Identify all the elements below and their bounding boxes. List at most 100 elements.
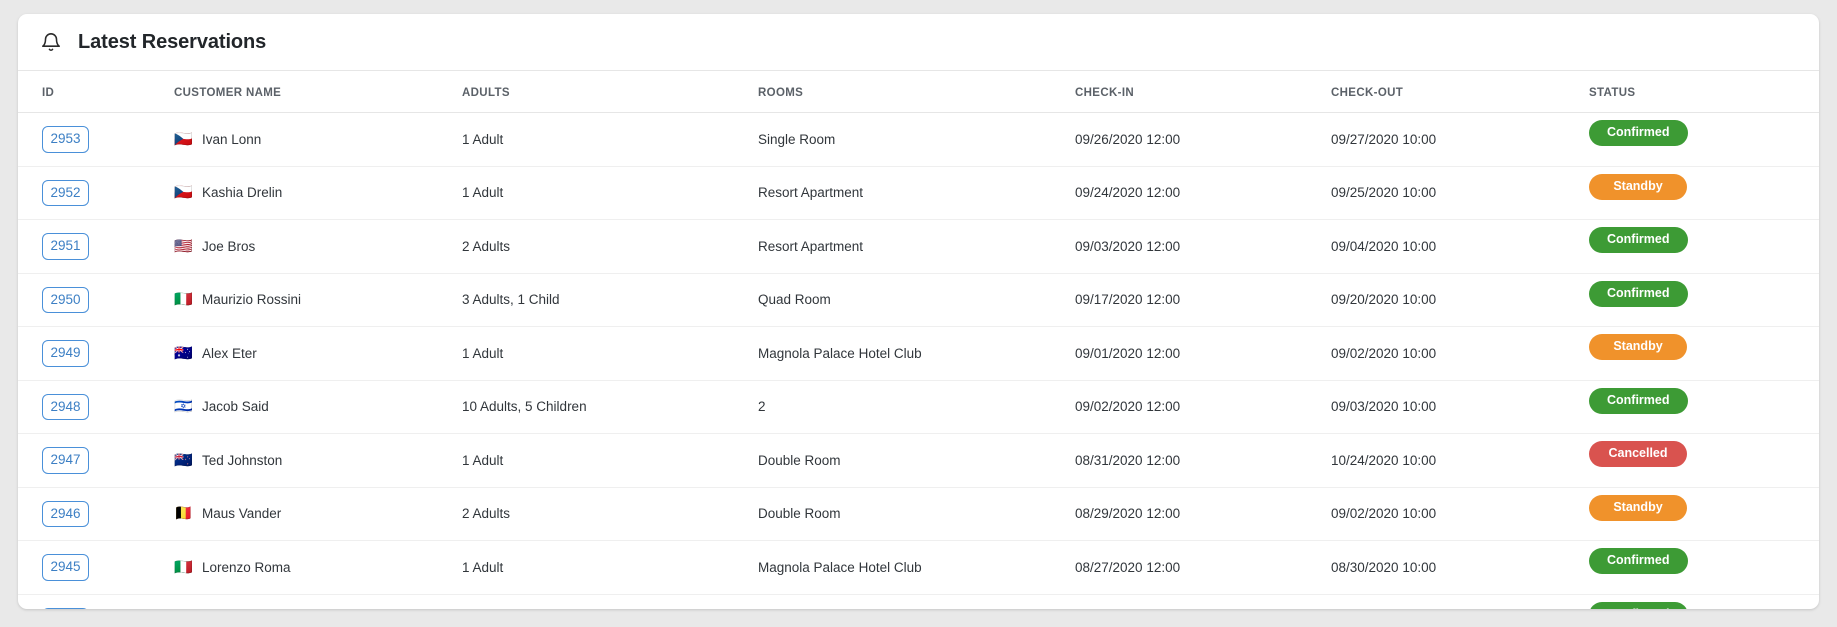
reservation-id-badge[interactable]: 2950 — [42, 286, 89, 313]
table-row[interactable]: 2952 🇨🇿 Kashia Drelin 1 Adult Resort Apartme… — [18, 166, 1819, 220]
cell-adults: 1 Adult — [456, 326, 752, 381]
cell-id: 2944 — [18, 594, 168, 609]
cell-rooms: Double Room — [752, 433, 1069, 488]
customer-name-label: Ivan Lonn — [202, 131, 262, 147]
cell-rooms: Quad Room — [752, 273, 1069, 327]
cell-status: Confirmed — [1581, 273, 1819, 327]
new-zealand-flag-icon: 🇳🇿 — [174, 451, 193, 469]
cell-id: 2950 — [18, 273, 168, 327]
cell-status: Confirmed — [1581, 540, 1819, 595]
cell-status: Standby — [1581, 487, 1819, 541]
reservation-id-badge[interactable]: 2949 — [42, 340, 89, 367]
table-row[interactable]: 2948 🇮🇱 Jacob Said 10 Adults, 5 Children 2 09… — [18, 380, 1819, 434]
column-header-rooms[interactable]: ROOMS — [752, 71, 1069, 113]
cell-adults: 10 Adults, 5 Children — [456, 380, 752, 434]
australia-flag-icon: 🇦🇺 — [174, 344, 193, 362]
cell-check-out: 09/02/2020 10:00 — [1325, 326, 1581, 381]
cell-id: 2945 — [18, 540, 168, 595]
cell-adults: 1 Adult — [456, 112, 752, 167]
reservation-id-badge[interactable]: 2951 — [42, 233, 89, 260]
cell-status: Confirmed — [1581, 112, 1819, 167]
cell-status: Confirmed — [1581, 219, 1819, 274]
table-row[interactable]: 2953 🇨🇿 Ivan Lonn 1 Adult Single Room 09/26/2… — [18, 112, 1819, 167]
cell-adults: 2 Adults — [456, 219, 752, 274]
cell-check-in: 09/02/2020 12:00 — [1069, 380, 1325, 434]
column-header-adults[interactable]: ADULTS — [456, 71, 752, 113]
customer-name-label: Lorenzo Roma — [202, 559, 291, 575]
table-row[interactable]: 2951 🇺🇸 Joe Bros 2 Adults Resort Apartment 09… — [18, 219, 1819, 274]
cell-check-in: 09/24/2020 12:00 — [1069, 166, 1325, 220]
status-badge[interactable]: Confirmed — [1589, 227, 1688, 254]
column-header-id[interactable]: ID — [18, 71, 168, 113]
column-header-name[interactable]: CUSTOMER NAME — [168, 71, 456, 113]
table-row[interactable]: 2945 🇮🇹 Lorenzo Roma 1 Adult Magnola Palace … — [18, 540, 1819, 595]
cell-rooms: Magnola Palace Hotel Club — [752, 326, 1069, 381]
status-badge[interactable]: Cancelled — [1589, 441, 1687, 468]
customer-name-label: Maurizio Rossini — [202, 292, 302, 308]
reservation-id-badge[interactable]: 2945 — [42, 554, 89, 581]
cell-customer-name: 🇮🇹 Maurizio Rossini — [168, 273, 456, 327]
status-badge[interactable]: Confirmed — [1589, 120, 1688, 147]
cell-status: Confirmed — [1581, 380, 1819, 434]
cell-check-in: 09/17/2020 12:00 — [1069, 273, 1325, 327]
reservation-id-badge[interactable]: 2948 — [42, 393, 89, 420]
column-header-status[interactable]: STATUS — [1581, 71, 1819, 113]
reservation-id-badge[interactable]: 2952 — [42, 179, 89, 206]
cell-adults: 1 Adult — [456, 166, 752, 220]
status-badge[interactable]: Standby — [1589, 334, 1687, 361]
cell-rooms: Magnola Palace Hotel Club — [752, 594, 1069, 609]
table-row[interactable]: 2944 🇮🇹Giada Binachi2 AdultsMagnola Palac… — [18, 594, 1819, 609]
cell-customer-name: 🇦🇺 Alex Eter — [168, 326, 456, 381]
table-row[interactable]: 2950 🇮🇹 Maurizio Rossini 3 Adults, 1 Child Q… — [18, 273, 1819, 327]
latest-reservations-card: Latest Reservations ID CUSTOMER NAME ADULT… — [18, 14, 1819, 609]
customer-name-label: Maus Vander — [202, 506, 282, 522]
reservation-id-badge[interactable]: 2944 — [42, 607, 89, 609]
cell-customer-name: 🇨🇿 Kashia Drelin — [168, 166, 456, 220]
status-badge[interactable]: Confirmed — [1589, 387, 1688, 414]
cell-check-in: 08/27/2020 12:00 — [1069, 540, 1325, 595]
cell-id: 2947 — [18, 433, 168, 488]
reservation-id-badge[interactable]: 2947 — [42, 447, 89, 474]
cell-check-out: 09/04/2020 10:00 — [1325, 219, 1581, 274]
cell-check-out: 10/24/2020 10:00 — [1325, 433, 1581, 488]
cell-adults: 1 Adult — [456, 540, 752, 595]
status-badge[interactable]: Confirmed — [1589, 601, 1688, 609]
cell-check-in: 08/29/2020 12:00 — [1069, 487, 1325, 541]
cell-rooms: Resort Apartment — [752, 219, 1069, 274]
cell-check-out: 09/07/2020 10:00 — [1325, 594, 1581, 609]
table-row[interactable]: 2946 🇧🇪 Maus Vander 2 Adults Double Room 08/2… — [18, 487, 1819, 541]
cell-customer-name: 🇧🇪 Maus Vander — [168, 487, 456, 541]
cell-adults: 2 Adults — [456, 487, 752, 541]
cell-check-in: 09/26/2020 12:00 — [1069, 112, 1325, 167]
united-states-flag-icon: 🇺🇸 — [174, 237, 193, 255]
cell-rooms: Double Room — [752, 487, 1069, 541]
status-badge[interactable]: Confirmed — [1589, 548, 1688, 575]
customer-name-label: Jacob Said — [202, 399, 269, 415]
table-row[interactable]: 2947 🇳🇿 Ted Johnston 1 Adult Double Room 08/3… — [18, 433, 1819, 488]
cell-adults: 1 Adult — [456, 433, 752, 488]
cell-check-out: 09/27/2020 10:00 — [1325, 112, 1581, 167]
cell-customer-name: 🇺🇸 Joe Bros — [168, 219, 456, 274]
column-header-checkin[interactable]: CHECK-IN — [1069, 71, 1325, 113]
status-badge[interactable]: Confirmed — [1589, 280, 1688, 307]
cell-rooms: 2 — [752, 380, 1069, 434]
cell-id: 2946 — [18, 487, 168, 541]
cell-customer-name: 🇨🇿 Ivan Lonn — [168, 112, 456, 167]
czech-republic-flag-icon: 🇨🇿 — [174, 130, 193, 148]
cell-rooms: Single Room — [752, 112, 1069, 167]
column-header-checkout[interactable]: CHECK-OUT — [1325, 71, 1581, 113]
status-badge[interactable]: Standby — [1589, 494, 1687, 521]
status-badge[interactable]: Standby — [1589, 173, 1687, 200]
cell-check-in: 08/31/2020 12:00 — [1069, 433, 1325, 488]
table-row[interactable]: 2949 🇦🇺 Alex Eter 1 Adult Magnola Palace Hot… — [18, 326, 1819, 381]
cell-customer-name: 🇮🇱 Jacob Said — [168, 380, 456, 434]
reservation-id-badge[interactable]: 2953 — [42, 126, 89, 153]
cell-check-out: 09/02/2020 10:00 — [1325, 487, 1581, 541]
customer-name-label: Kashia Drelin — [202, 185, 283, 201]
cell-id: 2953 — [18, 112, 168, 167]
cell-status: Confirmed — [1581, 594, 1819, 609]
cell-id: 2948 — [18, 380, 168, 434]
cell-id: 2949 — [18, 326, 168, 381]
cell-check-out: 09/03/2020 10:00 — [1325, 380, 1581, 434]
reservation-id-badge[interactable]: 2946 — [42, 500, 89, 527]
